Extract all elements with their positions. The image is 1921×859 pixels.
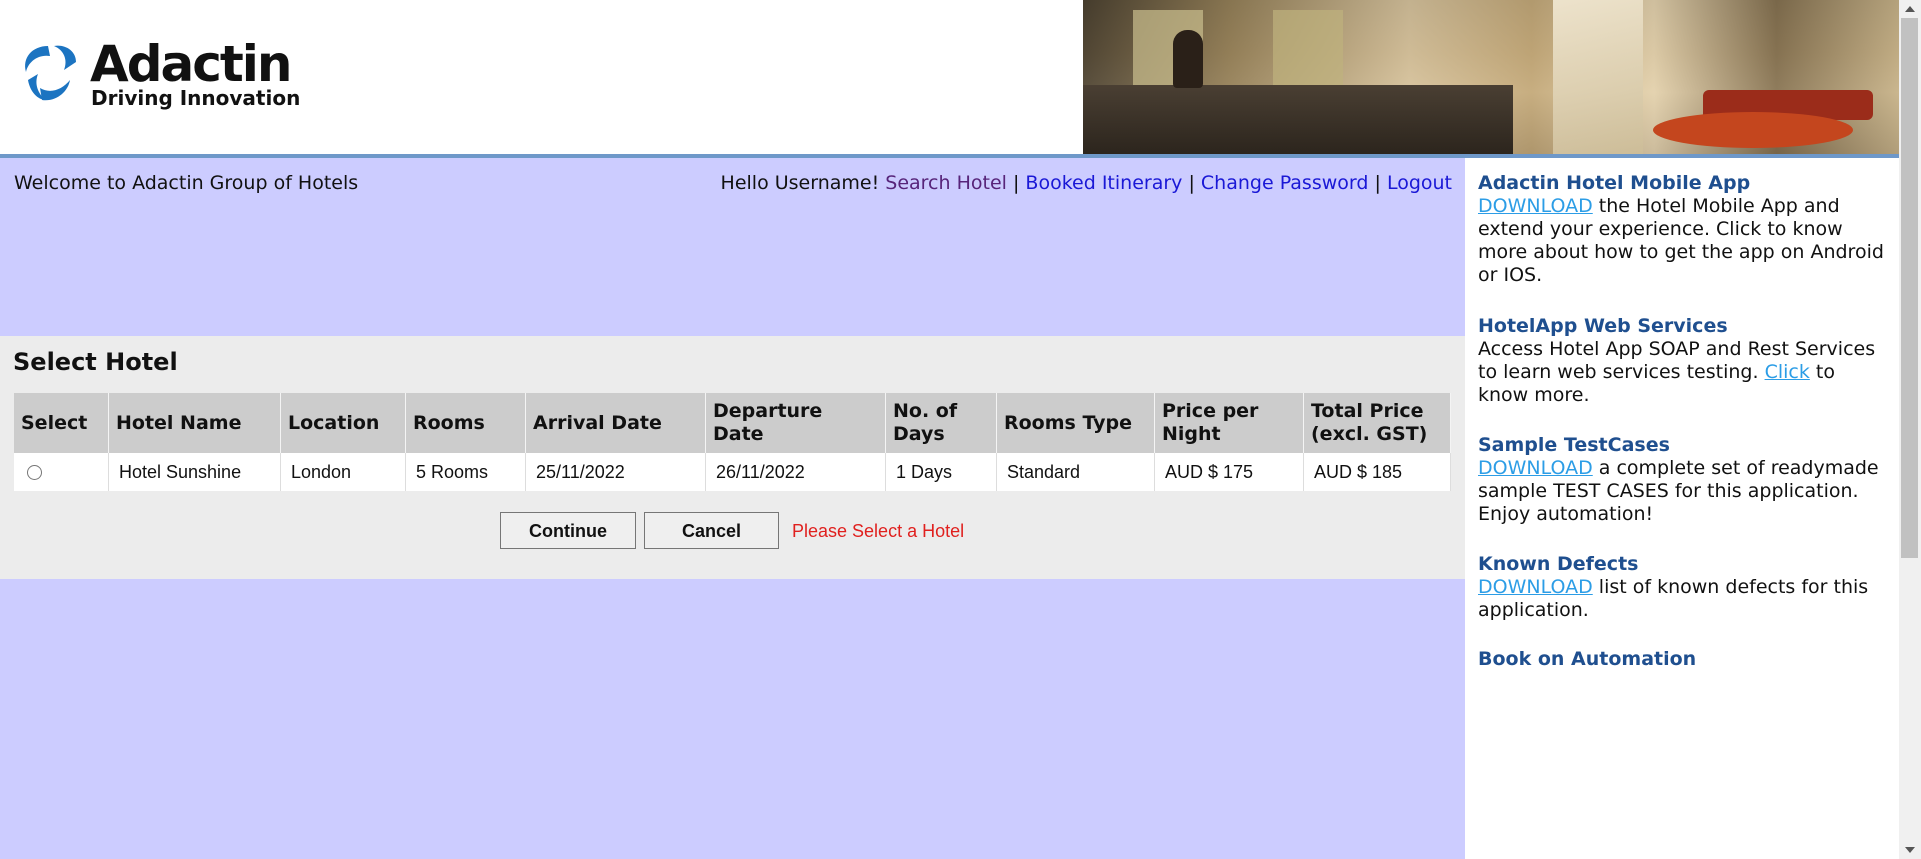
- continue-button[interactable]: Continue: [500, 512, 636, 549]
- rooms-cell: 5 Rooms: [405, 453, 526, 491]
- known-defects-download-link[interactable]: DOWNLOAD: [1478, 576, 1593, 598]
- scroll-thumb[interactable]: [1901, 18, 1918, 558]
- web-services-section: HotelApp Web Services Access Hotel App S…: [1478, 315, 1888, 407]
- search-hotel-link[interactable]: Search Hotel: [885, 172, 1007, 194]
- nav-separator: |: [1374, 172, 1381, 194]
- column-header-rooms-type: Rooms Type: [996, 393, 1155, 453]
- mobile-app-section: Adactin Hotel Mobile App DOWNLOAD the Ho…: [1478, 172, 1888, 287]
- column-header-location: Location: [280, 393, 406, 453]
- mobile-app-download-link[interactable]: DOWNLOAD: [1478, 195, 1593, 217]
- greeting-text: Hello Username!: [720, 172, 880, 194]
- known-defects-section: Known Defects DOWNLOAD list of known def…: [1478, 553, 1888, 622]
- select-hotel-title: Select Hotel: [13, 348, 178, 376]
- days-cell: 1 Days: [885, 453, 997, 491]
- nav-separator: |: [1188, 172, 1195, 194]
- error-message: Please Select a Hotel: [792, 521, 965, 541]
- main-content: Welcome to Adactin Group of Hotels Hello…: [0, 158, 1465, 859]
- select-hotel-panel: Select Hotel Select Hotel Name Location …: [0, 336, 1465, 579]
- top-navigation: Hello Username! Search Hotel | Booked It…: [721, 172, 1452, 194]
- room-type-cell: Standard: [996, 453, 1155, 491]
- column-header-arrival-date: Arrival Date: [525, 393, 706, 453]
- price-per-night-cell: AUD $ 175: [1154, 453, 1304, 491]
- vertical-scrollbar[interactable]: [1899, 0, 1921, 859]
- hotel-lobby-banner-image: [1083, 0, 1899, 154]
- mobile-app-title[interactable]: Adactin Hotel Mobile App: [1478, 172, 1888, 195]
- table-row: Hotel Sunshine London 5 Rooms 25/11/2022…: [14, 453, 1451, 491]
- logo-title: Adactin: [90, 35, 293, 93]
- total-price-cell: AUD $ 185: [1303, 453, 1451, 491]
- test-cases-title[interactable]: Sample TestCases: [1478, 434, 1888, 457]
- column-header-hotel-name: Hotel Name: [108, 393, 281, 453]
- change-password-link[interactable]: Change Password: [1201, 172, 1369, 194]
- column-header-select: Select: [14, 393, 109, 453]
- select-cell: [14, 453, 109, 491]
- test-cases-section: Sample TestCases DOWNLOAD a complete set…: [1478, 434, 1888, 526]
- book-section: Book on Automation: [1478, 648, 1888, 671]
- test-cases-download-link[interactable]: DOWNLOAD: [1478, 457, 1593, 479]
- column-header-departure-date: Departure Date: [705, 393, 886, 453]
- departure-date-cell: 26/11/2022: [705, 453, 886, 491]
- location-cell: London: [280, 453, 406, 491]
- hotel-select-radio[interactable]: [27, 465, 42, 480]
- web-services-title[interactable]: HotelApp Web Services: [1478, 315, 1888, 338]
- column-header-rooms: Rooms: [405, 393, 526, 453]
- adactin-logo[interactable]: Adactin Driving Innovation: [18, 36, 318, 116]
- known-defects-title[interactable]: Known Defects: [1478, 553, 1888, 576]
- column-header-total-price: Total Price (excl. GST): [1303, 393, 1451, 453]
- hotel-name-cell: Hotel Sunshine: [108, 453, 281, 491]
- nav-separator: |: [1012, 172, 1020, 194]
- scroll-up-arrow-icon[interactable]: [1905, 6, 1915, 12]
- web-services-click-link[interactable]: Click: [1765, 361, 1810, 383]
- cancel-button[interactable]: Cancel: [644, 512, 779, 549]
- welcome-text: Welcome to Adactin Group of Hotels: [14, 172, 359, 194]
- column-header-no-of-days: No. of Days: [885, 393, 997, 453]
- column-header-price-per-night: Price per Night: [1154, 393, 1304, 453]
- booked-itinerary-link[interactable]: Booked Itinerary: [1025, 172, 1182, 194]
- book-on-automation-title[interactable]: Book on Automation: [1478, 648, 1888, 671]
- logo-swirl-icon: [25, 45, 76, 101]
- scroll-down-arrow-icon[interactable]: [1905, 847, 1915, 853]
- table-header-row: Select Hotel Name Location Rooms Arrival…: [14, 393, 1451, 453]
- arrival-date-cell: 25/11/2022: [525, 453, 706, 491]
- hotel-results-table: Select Hotel Name Location Rooms Arrival…: [14, 393, 1451, 491]
- right-sidebar: Adactin Hotel Mobile App DOWNLOAD the Ho…: [1465, 158, 1899, 859]
- page-header: Adactin Driving Innovation: [0, 0, 1899, 154]
- logo-subtitle: Driving Innovation: [91, 86, 301, 110]
- logout-link[interactable]: Logout: [1387, 172, 1452, 194]
